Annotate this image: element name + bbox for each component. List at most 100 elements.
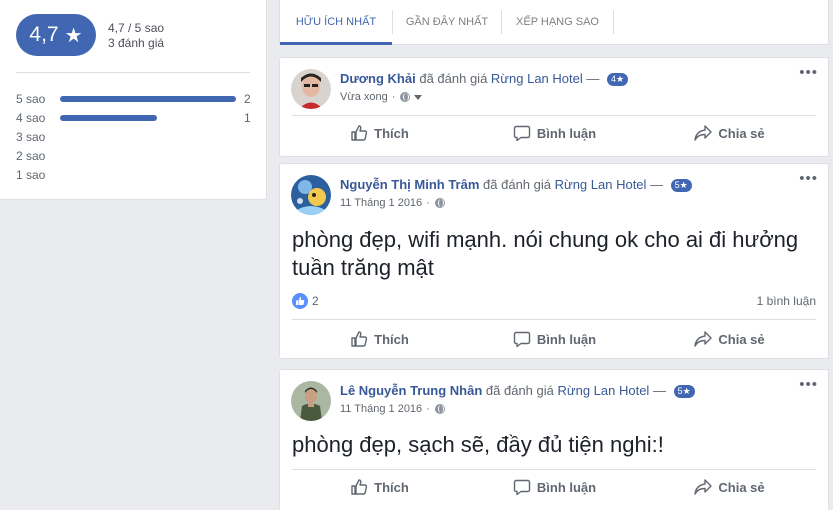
- more-options-button[interactable]: •••: [799, 377, 818, 392]
- review-sort-tabs: HỮU ÍCH NHẤT GẦN ĐÂY NHẤT XẾP HẠNG SAO: [279, 0, 829, 45]
- like-label: Thích: [374, 479, 409, 495]
- comment-label: Bình luận: [536, 125, 597, 141]
- summary-divider: [16, 72, 250, 73]
- place-link[interactable]: Rừng Lan Hotel: [558, 383, 650, 398]
- thumbs-up-icon: [351, 125, 368, 141]
- review-time[interactable]: 11 Tháng 1 2016: [340, 403, 422, 415]
- score-value: 4,7: [29, 23, 59, 46]
- comment-icon: [513, 125, 531, 142]
- avatar[interactable]: [291, 381, 331, 421]
- rating-bar-fill: [60, 96, 236, 102]
- review-card: Lê Nguyễn Trung Nhân đã đánh giá Rừng La…: [279, 369, 829, 510]
- comment-label: Bình luận: [536, 479, 597, 495]
- thumbs-up-icon: [351, 331, 368, 347]
- action-divider: [292, 319, 816, 320]
- share-icon: [694, 125, 713, 141]
- share-button[interactable]: Chia sẻ: [642, 115, 817, 151]
- rating-row-label: 3 sao: [16, 130, 46, 144]
- comment-icon: [513, 479, 531, 496]
- action-bar: Thích Bình luận Chia sẻ: [292, 469, 816, 505]
- like-button[interactable]: Thích: [292, 469, 467, 505]
- score-text: 4,7 / 5 sao: [108, 21, 165, 35]
- rating-bar-track: [60, 134, 236, 140]
- share-icon: [694, 479, 713, 495]
- globe-icon: [434, 404, 445, 414]
- thumbs-up-icon: [351, 479, 368, 495]
- avatar-image: [291, 381, 331, 421]
- review-card: Dương Khải đã đánh giá Rừng Lan Hotel — …: [279, 57, 829, 157]
- review-verb: đã đánh giá: [483, 177, 551, 192]
- rating-bar-track: [60, 96, 236, 102]
- author-name[interactable]: Lê Nguyễn Trung Nhân: [340, 383, 482, 398]
- more-options-button[interactable]: •••: [799, 65, 818, 80]
- score-pill: 4,7 ★: [16, 14, 96, 56]
- comment-button[interactable]: Bình luận: [467, 469, 642, 505]
- avatar-image: [291, 69, 331, 109]
- review-meta: 11 Tháng 1 2016 ·: [340, 197, 445, 209]
- author-name[interactable]: Nguyễn Thị Minh Trâm: [340, 177, 479, 192]
- rating-row-4[interactable]: 4 sao 1: [16, 109, 252, 128]
- review-meta: Vừa xong ·: [340, 91, 423, 103]
- comment-button[interactable]: Bình luận: [467, 321, 642, 357]
- rating-bar-track: [60, 153, 236, 159]
- review-text: phòng đẹp, wifi mạnh. nói chung ok cho a…: [292, 227, 799, 280]
- share-icon: [694, 331, 713, 347]
- action-bar: Thích Bình luận Chia sẻ: [292, 321, 816, 357]
- privacy-dropdown-icon[interactable]: [414, 94, 423, 100]
- more-options-button[interactable]: •••: [799, 171, 818, 186]
- comment-button[interactable]: Bình luận: [467, 115, 642, 151]
- rating-row-label: 1 sao: [16, 168, 46, 182]
- dash: —: [586, 71, 600, 86]
- place-link[interactable]: Rừng Lan Hotel: [491, 71, 583, 86]
- rating-row-count: 1: [244, 111, 251, 125]
- globe-icon: [400, 92, 411, 102]
- rating-row-3[interactable]: 3 sao: [16, 128, 252, 147]
- rating-row-label: 2 sao: [16, 149, 46, 163]
- review-verb: đã đánh giá: [485, 383, 554, 398]
- comments-count[interactable]: 1 bình luận: [757, 294, 816, 308]
- comment-icon: [513, 331, 531, 348]
- avatar[interactable]: [291, 69, 331, 109]
- like-button[interactable]: Thích: [292, 321, 467, 357]
- rating-row-5[interactable]: 5 sao 2: [16, 90, 252, 109]
- author-name[interactable]: Dương Khải: [340, 71, 416, 86]
- author-line: Dương Khải đã đánh giá Rừng Lan Hotel — …: [340, 71, 629, 86]
- tab-star-rating[interactable]: XẾP HẠNG SAO: [502, 0, 613, 44]
- dash: —: [650, 177, 664, 192]
- comment-label: Bình luận: [536, 331, 597, 347]
- share-button[interactable]: Chia sẻ: [642, 469, 817, 505]
- score-meta: 4,7 / 5 sao 3 đánh giá: [108, 21, 164, 51]
- tab-divider: [613, 10, 614, 34]
- avatar[interactable]: [291, 175, 331, 215]
- review-time[interactable]: 11 Tháng 1 2016: [340, 197, 422, 209]
- rating-bar-fill: [60, 115, 157, 121]
- reactions-line: 2 1 bình luận: [292, 293, 816, 309]
- action-bar: Thích Bình luận Chia sẻ: [292, 115, 816, 151]
- place-link[interactable]: Rừng Lan Hotel: [555, 177, 647, 192]
- rating-summary-card: 4,7 ★ 4,7 / 5 sao 3 đánh giá 5 sao 2 4 s…: [0, 0, 267, 200]
- like-label: Thích: [374, 331, 409, 347]
- author-line: Lê Nguyễn Trung Nhân đã đánh giá Rừng La…: [340, 383, 695, 398]
- tab-most-helpful[interactable]: HỮU ÍCH NHẤT: [280, 0, 392, 45]
- like-button[interactable]: Thích: [292, 115, 467, 151]
- share-label: Chia sẻ: [718, 331, 765, 347]
- like-reaction-icon[interactable]: [292, 293, 308, 309]
- rating-distribution: 5 sao 2 4 sao 1 3 sao 2 sao 1 sao: [16, 90, 252, 185]
- review-meta: 11 Tháng 1 2016 ·: [340, 403, 445, 415]
- rating-badge: 5★: [673, 385, 695, 398]
- review-verb: đã đánh giá: [419, 71, 488, 86]
- review-count: 3 đánh giá: [108, 36, 165, 50]
- share-button[interactable]: Chia sẻ: [642, 321, 817, 357]
- tab-most-recent[interactable]: GẦN ĐÂY NHẤT: [393, 0, 501, 44]
- meta-separator: ·: [391, 91, 396, 103]
- share-label: Chia sẻ: [718, 125, 765, 141]
- star-icon: ★: [64, 24, 83, 47]
- meta-separator: ·: [426, 403, 430, 415]
- rating-row-2[interactable]: 2 sao: [16, 147, 252, 166]
- author-line: Nguyễn Thị Minh Trâm đã đánh giá Rừng La…: [340, 177, 692, 192]
- review-time[interactable]: Vừa xong: [340, 91, 388, 103]
- rating-row-1[interactable]: 1 sao: [16, 166, 252, 185]
- likes-count[interactable]: 2: [312, 294, 319, 308]
- review-card: Nguyễn Thị Minh Trâm đã đánh giá Rừng La…: [279, 163, 829, 359]
- like-label: Thích: [374, 125, 409, 141]
